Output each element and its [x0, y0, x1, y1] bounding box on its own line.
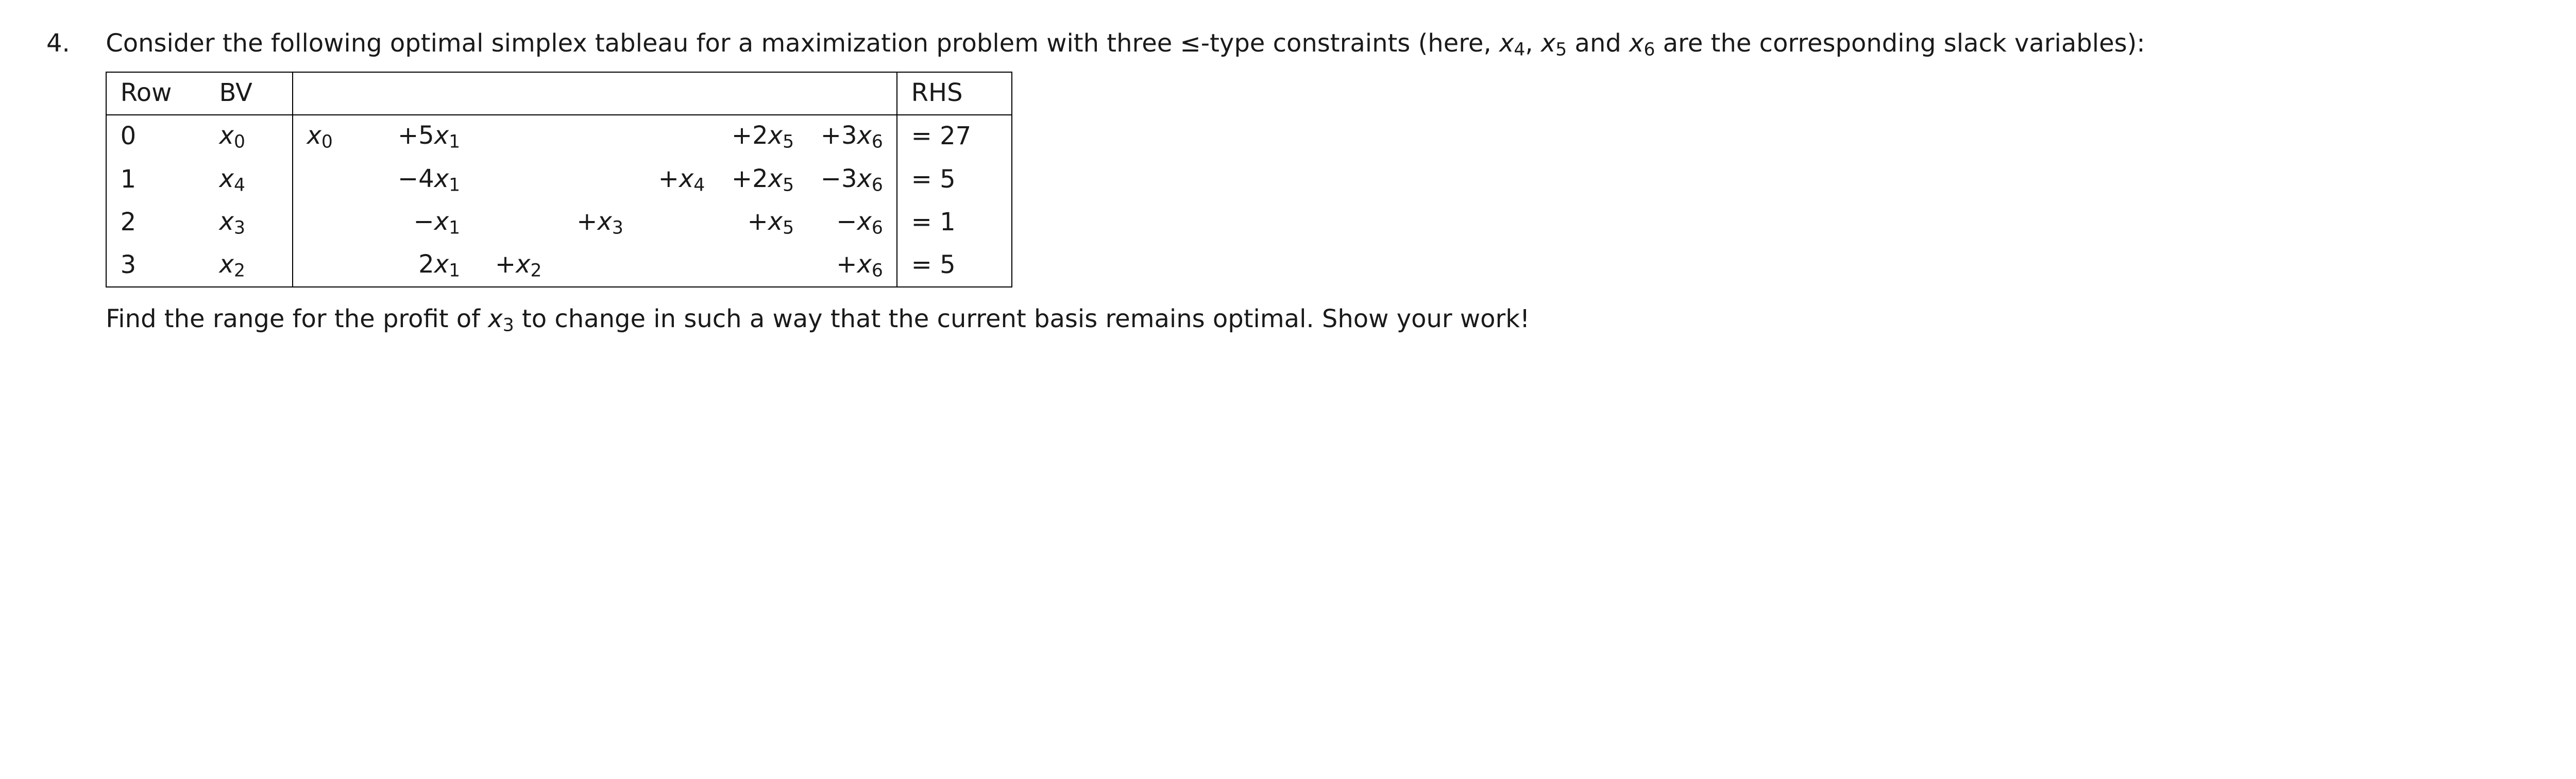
- var-x3-sub: 3: [503, 315, 514, 335]
- question-body: Consider the following optimal simplex t…: [106, 26, 2530, 338]
- term-x6: −3x6: [794, 161, 883, 198]
- term-x4: [623, 204, 705, 241]
- intro-text-4: and: [1567, 29, 1629, 58]
- term-x2: [460, 118, 541, 155]
- term-x5: +x5: [705, 204, 794, 241]
- term-x0: [307, 204, 369, 241]
- term-x2: +x2: [460, 247, 541, 284]
- cell-row: 2: [106, 201, 206, 244]
- intro-text-3: ,: [1525, 29, 1541, 58]
- intro-text-1: Consider the following optimal simplex t…: [106, 29, 1180, 58]
- term-x6: −x6: [794, 204, 883, 241]
- cell-bv: x4: [206, 158, 293, 201]
- cell-row: 1: [106, 158, 206, 201]
- term-x3: +x3: [542, 204, 623, 241]
- var-x5: x: [1541, 29, 1555, 58]
- cell-equation: −x1 +x3 +x5−x6: [293, 201, 897, 244]
- term-x0: x0: [307, 118, 369, 155]
- term-x5: +2x5: [705, 118, 794, 155]
- term-x3: [542, 161, 623, 198]
- le-symbol: ≤: [1180, 29, 1201, 58]
- term-x6: +x6: [794, 247, 883, 284]
- header-rhs: RHS: [897, 72, 1012, 115]
- cell-rhs: = 5: [897, 158, 1012, 201]
- term-x6: +3x6: [794, 118, 883, 155]
- var-x4: x: [1499, 29, 1514, 58]
- cell-equation: −4x1 +x4+2x5−3x6: [293, 158, 897, 201]
- term-x2: [460, 161, 541, 198]
- cell-equation: 2x1+x2 +x6: [293, 244, 897, 287]
- header-bv: BV: [206, 72, 293, 115]
- cell-bv: x2: [206, 244, 293, 287]
- intro-text-2: -type constraints (here,: [1201, 29, 1499, 58]
- var-x6: x: [1629, 29, 1643, 58]
- question-number: 4.: [46, 26, 106, 62]
- term-x5: [705, 247, 794, 284]
- term-x5: +2x5: [705, 161, 794, 198]
- term-x0: [307, 161, 369, 198]
- term-x1: 2x1: [369, 247, 461, 284]
- cell-row: 0: [106, 115, 206, 158]
- var-x4-sub: 4: [1514, 40, 1525, 60]
- term-x3: [542, 247, 623, 284]
- page: 4. Consider the following optimal simple…: [0, 0, 2576, 369]
- cell-bv: x0: [206, 115, 293, 158]
- tableau-row: 3x2 2x1+x2 +x6 = 5: [106, 244, 1012, 287]
- tableau-row: 1x4 −4x1 +x4+2x5−3x6 = 5: [106, 158, 1012, 201]
- header-eq: [293, 72, 897, 115]
- term-x4: +x4: [623, 161, 705, 198]
- intro-text-5: are the corresponding slack variables):: [1655, 29, 2145, 58]
- simplex-tableau: Row BV RHS 0x0x0+5x1+2x5+3x6= 271x4−4x1+…: [106, 72, 1012, 288]
- question-block: 4. Consider the following optimal simple…: [46, 26, 2530, 338]
- var-x3: x: [488, 304, 502, 333]
- intro-paragraph: Consider the following optimal simplex t…: [106, 26, 2530, 63]
- tableau-header: Row BV RHS: [106, 72, 1012, 115]
- tableau-row: 2x3 −x1 +x3 +x5−x6 = 1: [106, 201, 1012, 244]
- cell-rhs: = 5: [897, 244, 1012, 287]
- term-x1: −4x1: [369, 161, 461, 198]
- cell-equation: x0+5x1 +2x5+3x6: [293, 115, 897, 158]
- var-x5-sub: 5: [1555, 40, 1567, 60]
- term-x1: +5x1: [369, 118, 461, 155]
- term-x1: −x1: [369, 204, 461, 241]
- cell-row: 3: [106, 244, 206, 287]
- closing-paragraph: Find the range for the profit of x3 to c…: [106, 301, 2530, 338]
- term-x3: [542, 118, 623, 155]
- header-row: Row: [106, 72, 206, 115]
- cell-rhs: = 1: [897, 201, 1012, 244]
- term-x4: [623, 247, 705, 284]
- var-x6-sub: 6: [1644, 40, 1655, 60]
- tableau-row: 0x0x0+5x1+2x5+3x6= 27: [106, 115, 1012, 158]
- term-x0: [307, 247, 369, 284]
- closing-text-1: Find the range for the profit of: [106, 304, 488, 333]
- cell-bv: x3: [206, 201, 293, 244]
- cell-rhs: = 27: [897, 115, 1012, 158]
- term-x2: [460, 204, 541, 241]
- term-x4: [623, 118, 705, 155]
- closing-text-2: to change in such a way that the current…: [514, 304, 1530, 333]
